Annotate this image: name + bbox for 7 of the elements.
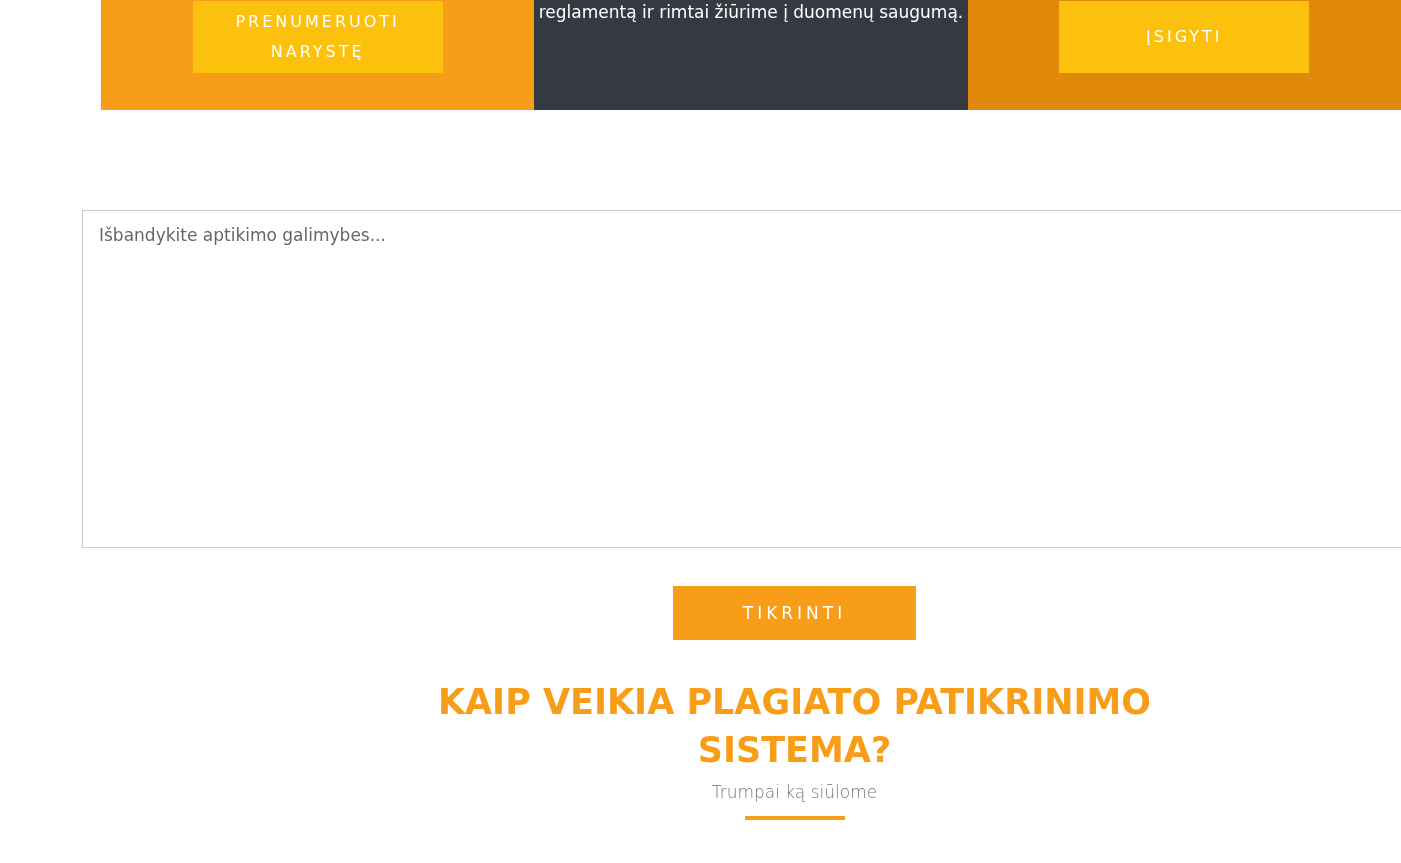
text-input-field[interactable]: Išbandykite aptikimo galimybes... xyxy=(82,210,1401,548)
section-title: KAIP VEIKIA PLAGIATO PATIKRINIMO SISTEMA? xyxy=(436,681,1153,772)
section-subtitle: Trumpai ką siūlome xyxy=(711,782,878,802)
panel-text: reglamentą ir rimtai žiūrime į duomenų saugumą. xyxy=(538,2,964,22)
cta-button[interactable]: PRENUMERUOTI NARYSTĘ xyxy=(192,1,443,73)
check-button[interactable]: TIKRINTI xyxy=(673,586,916,640)
cta-button[interactable]: ĮSIGYTI xyxy=(1059,1,1310,73)
